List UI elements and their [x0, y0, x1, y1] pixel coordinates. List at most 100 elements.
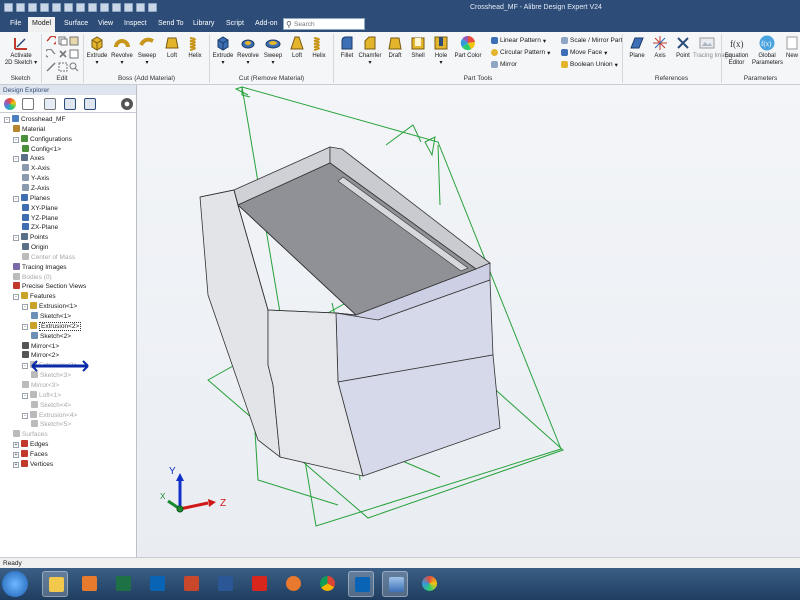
- taskbar-media-player[interactable]: [76, 571, 102, 597]
- model-canvas[interactable]: Y Z X: [138, 85, 800, 557]
- new-file-icon[interactable]: [52, 3, 61, 12]
- tree-item[interactable]: YZ-Plane: [22, 213, 58, 223]
- taskbar-excel[interactable]: [110, 571, 136, 597]
- tree-item[interactable]: Mirror<1>: [22, 341, 59, 351]
- tree-item[interactable]: - Features: [13, 292, 56, 301]
- boss-extrude-button[interactable]: Extrude ▾: [84, 35, 110, 73]
- tree-item[interactable]: Z-Axis: [22, 183, 49, 193]
- tree-item[interactable]: XY-Plane: [22, 203, 58, 213]
- app-menu-icon[interactable]: [4, 3, 13, 12]
- boss-helix-button[interactable]: Helix: [182, 35, 208, 73]
- rename-icon[interactable]: [46, 62, 56, 72]
- tree-item[interactable]: Center of Mass: [22, 252, 75, 262]
- redo-icon[interactable]: [46, 49, 56, 59]
- expand-toggle[interactable]: +: [13, 442, 19, 449]
- tree-item[interactable]: Sketch<2>: [31, 331, 71, 341]
- tree-item[interactable]: - Loft<1>: [22, 390, 61, 400]
- tracing-image-button[interactable]: Tracing Image: [693, 35, 731, 73]
- collapse-toggle[interactable]: -: [22, 323, 28, 330]
- collapse-toggle[interactable]: -: [13, 235, 19, 242]
- tree-item[interactable]: + Faces: [13, 449, 48, 459]
- delete-icon[interactable]: [58, 49, 68, 59]
- find-icon[interactable]: [69, 62, 79, 72]
- search-box[interactable]: ⚲: [283, 18, 365, 30]
- taskbar-outlook-2[interactable]: [348, 571, 374, 597]
- menu-library[interactable]: Library: [189, 19, 218, 28]
- tree-item[interactable]: Mirror<3>: [22, 380, 59, 390]
- collapse-toggle[interactable]: -: [22, 392, 28, 399]
- tree-item[interactable]: + Vertices: [13, 459, 53, 469]
- collapse-toggle[interactable]: -: [13, 156, 19, 163]
- tree-item[interactable]: Material: [13, 124, 45, 134]
- tree-item[interactable]: Sketch<1>: [31, 312, 71, 321]
- tree-item[interactable]: + Edges: [13, 440, 48, 449]
- model-viewport[interactable]: Y Z X: [138, 85, 800, 557]
- list-view-icon[interactable]: [22, 98, 34, 110]
- tree-view-icon[interactable]: [84, 98, 96, 110]
- tree-item[interactable]: Origin: [22, 243, 48, 252]
- properties-icon[interactable]: [44, 98, 56, 110]
- tree-item[interactable]: X-Axis: [22, 164, 50, 173]
- cut-sweep-button[interactable]: Sweep ▾: [260, 35, 286, 73]
- tree-item[interactable]: Sketch<5>: [31, 420, 71, 429]
- tree-item[interactable]: - Extrusion<1>: [22, 302, 77, 311]
- taskbar-powerpoint[interactable]: [178, 571, 204, 597]
- boss-revolve-button[interactable]: Revolve ▾: [109, 35, 135, 73]
- menu-inspect[interactable]: Inspect: [120, 19, 151, 28]
- tree-item[interactable]: - Configurations: [13, 134, 72, 144]
- print-icon[interactable]: [76, 3, 85, 12]
- taskbar-outlook[interactable]: [144, 571, 170, 597]
- boss-sweep-button[interactable]: Sweep ▾: [134, 35, 160, 73]
- expand-toggle[interactable]: +: [13, 451, 19, 458]
- tree-item[interactable]: - Planes: [13, 193, 50, 203]
- cut-helix-button[interactable]: Helix: [306, 35, 332, 73]
- chamfer-button[interactable]: Chamfer ▾: [357, 35, 383, 73]
- menu-script[interactable]: Script: [222, 19, 248, 28]
- collapse-toggle[interactable]: -: [4, 117, 10, 123]
- tree-item[interactable]: - Crosshead_MF: [4, 115, 65, 124]
- redo-icon[interactable]: [40, 3, 49, 12]
- tree-item[interactable]: Y-Axis: [22, 174, 49, 183]
- menu-file[interactable]: File: [6, 19, 25, 28]
- tree-item[interactable]: Bodies (0): [13, 272, 52, 282]
- hole-button[interactable]: Hole ▾: [428, 35, 454, 73]
- undo-icon[interactable]: [46, 36, 56, 46]
- open-file-icon[interactable]: [64, 3, 73, 12]
- menu-add-on[interactable]: Add-on: [251, 19, 282, 28]
- taskbar-paint[interactable]: [416, 571, 442, 597]
- copy-icon[interactable]: [58, 36, 68, 46]
- tree-item[interactable]: Precise Section Views: [13, 282, 86, 291]
- settings-gear-icon[interactable]: [121, 98, 133, 110]
- display-icon[interactable]: [64, 98, 76, 110]
- tree-item[interactable]: Config<1>: [22, 144, 61, 154]
- circular-pattern-button[interactable]: Circular Pattern ▾: [491, 47, 550, 58]
- paste-icon[interactable]: [69, 36, 79, 46]
- tree-item[interactable]: - Points: [13, 233, 48, 242]
- tree-item[interactable]: Surfaces: [13, 430, 48, 439]
- folder-icon[interactable]: [88, 3, 97, 12]
- collapse-toggle[interactable]: -: [13, 294, 19, 301]
- collapse-toggle[interactable]: -: [13, 195, 19, 202]
- menu-view[interactable]: View: [94, 19, 117, 28]
- undo-icon[interactable]: [28, 3, 37, 12]
- collapse-toggle[interactable]: -: [22, 412, 28, 419]
- taskbar-chrome[interactable]: [314, 571, 340, 597]
- tree-item[interactable]: - Extrusion<2>: [22, 321, 82, 331]
- taskbar-word[interactable]: [212, 571, 238, 597]
- scale-mirror-part-button[interactable]: Scale / Mirror Part: [561, 35, 622, 46]
- search-input[interactable]: [294, 19, 364, 29]
- select-all-icon[interactable]: [58, 62, 68, 72]
- tree-item[interactable]: - Axes: [13, 154, 44, 163]
- cut-extrude-button[interactable]: Extrude ▾: [210, 35, 236, 73]
- taskbar-acrobat[interactable]: [246, 571, 272, 597]
- rollback-marker[interactable]: [30, 360, 90, 372]
- wrench-icon[interactable]: [136, 3, 145, 12]
- global-parameters-button[interactable]: f(x) Global Parameters: [752, 35, 783, 73]
- tree-item[interactable]: Tracing Images: [13, 262, 67, 272]
- menu-model[interactable]: Model: [28, 17, 56, 32]
- taskbar-firefox[interactable]: [280, 571, 306, 597]
- select-icon[interactable]: [124, 3, 133, 12]
- start-button[interactable]: [2, 571, 28, 597]
- boolean-union-button[interactable]: Boolean Union ▾: [561, 59, 618, 70]
- activate-2d-sketch-button[interactable]: Activate 2D Sketch ▾: [4, 35, 38, 73]
